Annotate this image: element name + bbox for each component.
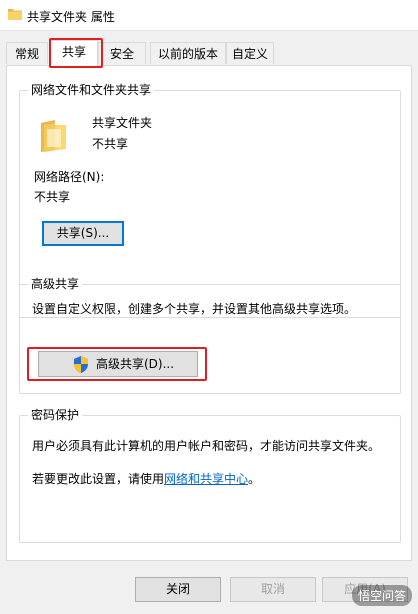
change-suffix: 。 <box>248 472 261 486</box>
uac-shield-icon <box>74 356 88 373</box>
tab-sharing[interactable]: 共享 <box>50 40 98 67</box>
password-protection-group: 密码保护 用户必须具有此计算机的用户帐户和密码，才能访问共享文件夹。 若要更改此… <box>19 408 401 543</box>
advanced-sharing-button-label: 高级共享(D)... <box>95 357 175 371</box>
share-status: 不共享 <box>92 137 129 151</box>
network-sharing-title: 网络文件和文件夹共享 <box>28 83 155 97</box>
close-button[interactable]: 关闭 <box>135 577 221 602</box>
password-change-text: 若要更改此设置，请使用网络和共享中心。 <box>32 471 260 487</box>
folder-name: 共享文件夹 <box>92 116 153 130</box>
tab-previous-versions[interactable]: 以前的版本 <box>150 42 226 64</box>
network-path-value: 不共享 <box>34 190 71 204</box>
password-protection-description: 用户必须具有此计算机的用户帐户和密码，才能访问共享文件夹。 <box>32 439 381 453</box>
folder-icon <box>8 9 22 20</box>
network-path-label: 网络路径(N): <box>34 170 105 184</box>
tab-general[interactable]: 常规 <box>6 42 48 64</box>
tab-security[interactable]: 安全 <box>98 42 146 64</box>
window-title: 共享文件夹 属性 <box>27 10 115 24</box>
tab-customize[interactable]: 自定义 <box>226 42 274 64</box>
title-bar: 共享文件夹 属性 <box>0 0 418 31</box>
change-prefix: 若要更改此设置，请使用 <box>32 472 165 486</box>
password-protection-title: 密码保护 <box>28 408 83 422</box>
watermark: 悟空问答 <box>351 585 412 606</box>
advanced-sharing-title: 高级共享 <box>28 277 83 291</box>
shared-folder-icon <box>41 120 66 152</box>
advanced-sharing-button[interactable]: 高级共享(D)... <box>38 351 198 377</box>
share-button[interactable]: 共享(S)... <box>42 221 124 246</box>
network-sharing-center-link[interactable]: 网络和共享中心 <box>164 472 248 486</box>
cancel-button[interactable]: 取消 <box>230 577 316 602</box>
tab-bar: 常规 共享 安全 以前的版本 自定义 <box>6 40 412 67</box>
advanced-sharing-group: 高级共享 设置自定义权限，创建多个共享，并设置其他高级共享选项。 高级共享(D)… <box>19 277 401 394</box>
properties-panel: 网络文件和文件夹共享 共享文件夹 不共享 网络路径(N): 不共享 共享(S).… <box>6 65 412 561</box>
advanced-sharing-description: 设置自定义权限，创建多个共享，并设置其他高级共享选项。 <box>32 302 357 316</box>
